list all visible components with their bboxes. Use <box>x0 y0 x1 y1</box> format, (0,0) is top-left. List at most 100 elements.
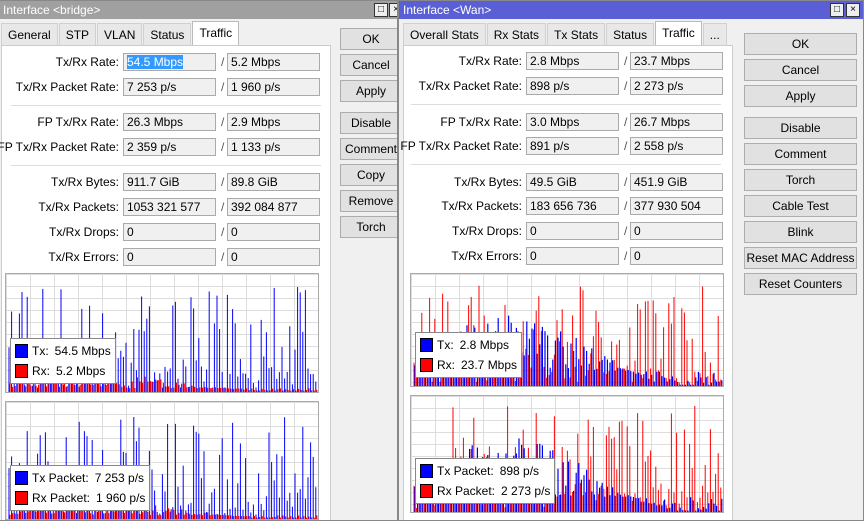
tx-value-field[interactable]: 26.3 Mbps <box>123 113 216 131</box>
rx-legend-label: Rx Packet: <box>437 484 496 498</box>
comment-button[interactable]: Comment <box>340 138 397 160</box>
tab-stp[interactable]: STP <box>58 23 97 45</box>
reset-counters-button[interactable]: Reset Counters <box>744 273 857 295</box>
rx-value-field[interactable]: 1 133 p/s <box>227 138 320 156</box>
slash-separator: / <box>221 250 225 264</box>
row-label: Tx/Rx Errors: <box>48 250 119 264</box>
tx-value-field[interactable]: 911.7 GiB <box>123 173 216 191</box>
rx-value-field[interactable]: 26.7 Mbps <box>630 113 723 131</box>
cancel-button[interactable]: Cancel <box>340 54 397 76</box>
tab-rx-stats[interactable]: Rx Stats <box>486 23 547 45</box>
tx-value-field[interactable]: 1053 321 577 <box>123 198 216 216</box>
disable-button[interactable]: Disable <box>744 117 857 139</box>
bridge-interface-window: Interface <bridge> □ × GeneralSTPVLANSta… <box>0 0 398 521</box>
copy-button[interactable]: Copy <box>340 164 397 186</box>
cable-test-button[interactable]: Cable Test <box>744 195 857 217</box>
rx-value-field[interactable]: 89.8 GiB <box>227 173 320 191</box>
slash-separator: / <box>624 249 628 263</box>
tx-value-field[interactable]: 898 p/s <box>526 77 619 95</box>
rx-value-field[interactable]: 23.7 Mbps <box>630 52 723 70</box>
row-label: Tx/Rx Packet Rate: <box>418 79 522 93</box>
tab-status[interactable]: Status <box>143 23 192 45</box>
tab-general[interactable]: General <box>1 23 58 45</box>
tx-value-field[interactable]: 7 253 p/s <box>123 78 216 96</box>
tx-legend-value: 2.8 Mbps <box>459 338 510 352</box>
tx-value: 0 <box>127 225 134 239</box>
tab-vlan[interactable]: VLAN <box>97 23 143 45</box>
rx-legend-entry: Rx Packet: 2 273 p/s <box>420 481 550 501</box>
rx-value-field[interactable]: 2 558 p/s <box>630 137 723 155</box>
maximize-button[interactable]: □ <box>374 3 388 17</box>
rx-value-field[interactable]: 0 <box>630 222 723 240</box>
row-label: FP Tx/Rx Rate: <box>440 115 522 129</box>
tx-value-field[interactable]: 891 p/s <box>526 137 619 155</box>
tx-value: 54.5 Mbps <box>127 55 184 69</box>
tx-legend-label: Tx Packet: <box>437 464 494 478</box>
rx-value-field[interactable]: 5.2 Mbps <box>227 53 320 71</box>
apply-button[interactable]: Apply <box>744 85 857 107</box>
cancel-button[interactable]: Cancel <box>744 59 857 81</box>
graph-legend: Tx Packet: 7 253 p/s Rx Packet: 1 960 p/s <box>10 465 151 511</box>
tab-traffic[interactable]: Traffic <box>192 21 240 45</box>
rx-value-field[interactable]: 451.9 GiB <box>630 173 723 191</box>
rx-value: 392 084 877 <box>231 200 298 214</box>
graph-legend: Tx: 54.5 Mbps Rx: 5.2 Mbps <box>10 338 116 384</box>
tx-value-field[interactable]: 2 359 p/s <box>123 138 216 156</box>
rx-value-field[interactable]: 392 084 877 <box>227 198 320 216</box>
tx-value-field[interactable]: 0 <box>526 222 619 240</box>
tx-value-field[interactable]: 54.5 Mbps <box>123 53 216 71</box>
rx-legend-entry: Rx Packet: 1 960 p/s <box>15 488 145 508</box>
tx-value-field[interactable]: 0 <box>526 247 619 265</box>
tab-tx-stats[interactable]: Tx Stats <box>547 23 606 45</box>
maximize-button[interactable]: □ <box>830 3 844 17</box>
rx-value-field[interactable]: 0 <box>227 223 320 241</box>
close-button[interactable]: × <box>846 3 860 17</box>
rx-value-field[interactable]: 0 <box>630 247 723 265</box>
title-bar[interactable]: Interface <bridge> <box>0 1 397 19</box>
tx-color-swatch <box>15 471 28 485</box>
bit-rate-graph: Tx: 54.5 Mbps Rx: 5.2 Mbps <box>5 273 319 393</box>
row-label: Tx/Rx Packet Rate: <box>15 80 119 94</box>
close-button[interactable]: × <box>389 3 397 17</box>
tx-value-field[interactable]: 49.5 GiB <box>526 173 619 191</box>
blink-button[interactable]: Blink <box>744 221 857 243</box>
tab-[interactable]: ... <box>702 23 727 45</box>
tx-value: 1053 321 577 <box>127 200 201 214</box>
rx-value-field[interactable]: 1 960 p/s <box>227 78 320 96</box>
tx-value-field[interactable]: 3.0 Mbps <box>526 113 619 131</box>
comment-button[interactable]: Comment <box>744 143 857 165</box>
ok-button[interactable]: OK <box>744 33 857 55</box>
rx-value: 89.8 GiB <box>231 175 278 189</box>
row-label: Tx/Rx Rate: <box>55 55 119 69</box>
reset-mac-address-button[interactable]: Reset MAC Address <box>744 247 857 269</box>
tab-overall-stats[interactable]: Overall Stats <box>403 23 486 45</box>
rx-value-field[interactable]: 377 930 504 <box>630 197 723 215</box>
tx-value-field[interactable]: 2.8 Mbps <box>526 52 619 70</box>
torch-button[interactable]: Torch <box>340 216 397 238</box>
row-label: Tx/Rx Drops: <box>48 225 119 239</box>
tab-status[interactable]: Status <box>606 23 655 45</box>
rx-color-swatch <box>15 491 28 505</box>
ok-button[interactable]: OK <box>340 28 397 50</box>
rx-legend-label: Rx: <box>32 364 50 378</box>
tx-value-field[interactable]: 0 <box>123 248 216 266</box>
rx-value-field[interactable]: 2 273 p/s <box>630 77 723 95</box>
apply-button[interactable]: Apply <box>340 80 397 102</box>
rx-color-swatch <box>420 484 433 498</box>
tab-traffic[interactable]: Traffic <box>655 21 702 45</box>
disable-button[interactable]: Disable <box>340 112 397 134</box>
rx-value: 1 133 p/s <box>231 140 281 154</box>
title-bar[interactable]: Interface <Wan> <box>399 1 863 19</box>
graph-legend: Tx Packet: 898 p/s Rx Packet: 2 273 p/s <box>415 458 556 504</box>
tx-value-field[interactable]: 0 <box>123 223 216 241</box>
tx-value: 7 253 p/s <box>127 80 177 94</box>
tx-value-field[interactable]: 183 656 736 <box>526 197 619 215</box>
slash-separator: / <box>221 115 225 129</box>
torch-button[interactable]: Torch <box>744 169 857 191</box>
tx-value: 2 359 p/s <box>127 140 177 154</box>
rx-value-field[interactable]: 2.9 Mbps <box>227 113 320 131</box>
rx-value-field[interactable]: 0 <box>227 248 320 266</box>
tx-legend-label: Tx Packet: <box>32 471 89 485</box>
remove-button[interactable]: Remove <box>340 190 397 212</box>
rx-legend-entry: Rx: 5.2 Mbps <box>15 361 111 381</box>
